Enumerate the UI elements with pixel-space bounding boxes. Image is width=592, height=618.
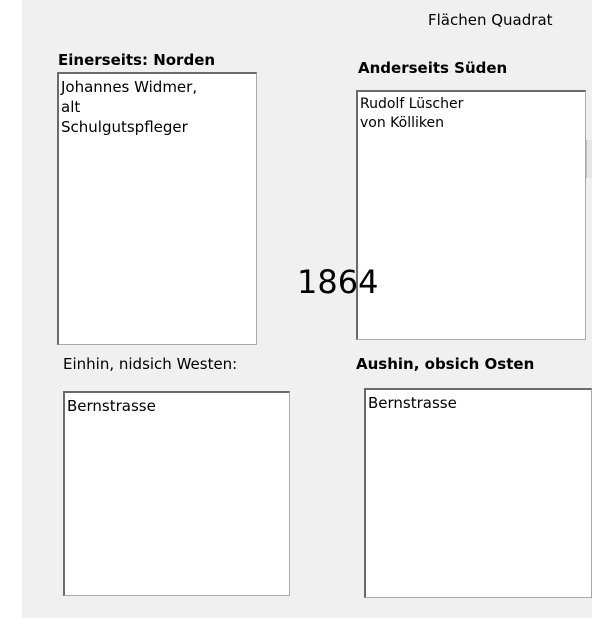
scrollbar-fragment[interactable] [586,140,592,178]
south-label: Anderseits Süden [358,59,508,77]
year-overlay: 1864 [297,263,379,301]
west-textbox[interactable]: Bernstrasse [63,391,290,596]
east-textbox[interactable]: Bernstrasse [364,388,592,598]
east-label: Aushin, obsich Osten [356,355,535,373]
north-label: Einerseits: Norden [58,51,216,69]
section-title: Flächen Quadrat [428,11,553,29]
north-textbox[interactable]: Johannes Widmer, alt Schulgutspfleger [57,72,257,345]
west-label: Einhin, nidsich Westen: [63,355,238,373]
south-textbox[interactable]: Rudolf Lüscher von Kölliken [356,90,586,340]
